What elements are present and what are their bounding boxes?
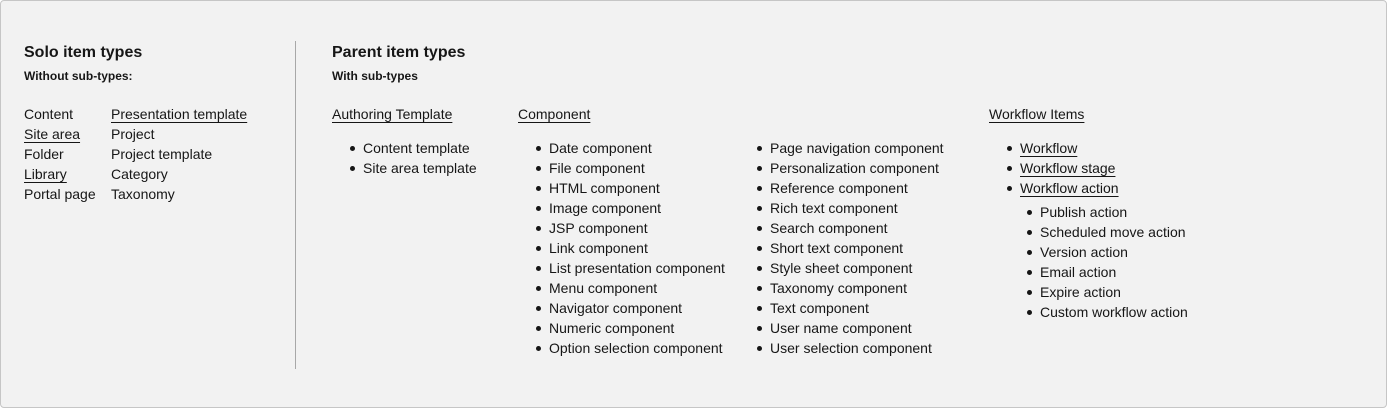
list-item: Workflow stage bbox=[1007, 158, 1119, 178]
bullet-icon bbox=[1027, 230, 1032, 235]
parent-title: Parent item types bbox=[332, 44, 466, 61]
list-item: Style sheet component bbox=[757, 258, 944, 278]
authoring-template-list: Content template Site area template bbox=[350, 138, 477, 178]
workflow-items-link[interactable]: Workflow Items bbox=[989, 104, 1084, 124]
list-item: Site area template bbox=[350, 158, 477, 178]
bullet-icon bbox=[757, 346, 762, 351]
bullet-icon bbox=[536, 166, 541, 171]
solo-item-presentation-template-link[interactable]: Presentation template bbox=[111, 104, 247, 124]
list-item: Short text component bbox=[757, 238, 944, 258]
list-item: Publish action bbox=[1027, 202, 1188, 222]
workflow-stage-link[interactable]: Workflow stage bbox=[1020, 160, 1115, 176]
list-item: HTML component bbox=[536, 178, 725, 198]
list-item: User name component bbox=[757, 318, 944, 338]
bullet-icon bbox=[757, 206, 762, 211]
parent-subtitle: With sub-types bbox=[332, 69, 418, 83]
section-divider bbox=[295, 41, 296, 369]
list-item: Navigator component bbox=[536, 298, 725, 318]
bullet-icon bbox=[1027, 290, 1032, 295]
list-item: Custom workflow action bbox=[1027, 302, 1188, 322]
workflow-link[interactable]: Workflow bbox=[1020, 140, 1077, 156]
solo-item-taxonomy: Taxonomy bbox=[111, 186, 175, 202]
component-link[interactable]: Component bbox=[518, 104, 590, 124]
bullet-icon bbox=[536, 246, 541, 251]
solo-item-site-area-link[interactable]: Site area bbox=[24, 124, 96, 144]
bullet-icon bbox=[1007, 166, 1012, 171]
component-list-a: Date component File component HTML compo… bbox=[536, 138, 725, 358]
list-item: Reference component bbox=[757, 178, 944, 198]
list-item: Image component bbox=[536, 198, 725, 218]
solo-item-content: Content bbox=[24, 106, 74, 122]
diagram-frame: Solo item types Without sub-types: Conte… bbox=[0, 0, 1387, 408]
list-item: Search component bbox=[757, 218, 944, 238]
solo-item-project-template: Project template bbox=[111, 146, 213, 162]
list-item: Text component bbox=[757, 298, 944, 318]
bullet-icon bbox=[757, 166, 762, 171]
workflow-action-link[interactable]: Workflow action bbox=[1020, 180, 1119, 196]
bullet-icon bbox=[1027, 270, 1032, 275]
solo-item-project: Project bbox=[111, 126, 155, 142]
list-item: Date component bbox=[536, 138, 725, 158]
list-item: Menu component bbox=[536, 278, 725, 298]
list-item: Workflow bbox=[1007, 138, 1119, 158]
bullet-icon bbox=[536, 346, 541, 351]
solo-item-folder: Folder bbox=[24, 146, 64, 162]
bullet-icon bbox=[536, 186, 541, 191]
solo-column-2: Presentation template Project Project te… bbox=[111, 104, 247, 204]
bullet-icon bbox=[1027, 210, 1032, 215]
list-item: Expire action bbox=[1027, 282, 1188, 302]
list-item: Content template bbox=[350, 138, 477, 158]
bullet-icon bbox=[757, 326, 762, 331]
list-item: Rich text component bbox=[757, 198, 944, 218]
bullet-icon bbox=[1027, 310, 1032, 315]
solo-title: Solo item types bbox=[24, 44, 143, 61]
bullet-icon bbox=[757, 146, 762, 151]
bullet-icon bbox=[757, 226, 762, 231]
list-item: List presentation component bbox=[536, 258, 725, 278]
solo-subtitle: Without sub-types: bbox=[24, 69, 133, 83]
list-item: Version action bbox=[1027, 242, 1188, 262]
list-item: Link component bbox=[536, 238, 725, 258]
list-item: JSP component bbox=[536, 218, 725, 238]
list-item: Option selection component bbox=[536, 338, 725, 358]
bullet-icon bbox=[757, 246, 762, 251]
bullet-icon bbox=[757, 286, 762, 291]
list-item: Page navigation component bbox=[757, 138, 944, 158]
list-item: File component bbox=[536, 158, 725, 178]
authoring-template-link[interactable]: Authoring Template bbox=[332, 104, 452, 124]
bullet-icon bbox=[1027, 250, 1032, 255]
bullet-icon bbox=[536, 286, 541, 291]
list-item: User selection component bbox=[757, 338, 944, 358]
workflow-action-list: Publish action Scheduled move action Ver… bbox=[1027, 202, 1188, 322]
bullet-icon bbox=[1007, 186, 1012, 191]
list-item: Personalization component bbox=[757, 158, 944, 178]
solo-column-1: Content Site area Folder Library Portal … bbox=[24, 104, 96, 204]
bullet-icon bbox=[536, 146, 541, 151]
component-list-b: Page navigation component Personalizatio… bbox=[757, 138, 944, 358]
bullet-icon bbox=[350, 146, 355, 151]
bullet-icon bbox=[536, 326, 541, 331]
workflow-list: Workflow Workflow stage Workflow action bbox=[1007, 138, 1119, 198]
list-item: Scheduled move action bbox=[1027, 222, 1188, 242]
list-item: Workflow action bbox=[1007, 178, 1119, 198]
bullet-icon bbox=[536, 306, 541, 311]
list-item: Taxonomy component bbox=[757, 278, 944, 298]
bullet-icon bbox=[536, 226, 541, 231]
bullet-icon bbox=[757, 306, 762, 311]
solo-item-category: Category bbox=[111, 166, 168, 182]
list-item: Numeric component bbox=[536, 318, 725, 338]
list-item: Email action bbox=[1027, 262, 1188, 282]
bullet-icon bbox=[350, 166, 355, 171]
bullet-icon bbox=[536, 266, 541, 271]
bullet-icon bbox=[757, 266, 762, 271]
bullet-icon bbox=[1007, 146, 1012, 151]
bullet-icon bbox=[536, 206, 541, 211]
solo-item-portal-page: Portal page bbox=[24, 186, 96, 202]
bullet-icon bbox=[757, 186, 762, 191]
solo-item-library-link[interactable]: Library bbox=[24, 164, 96, 184]
